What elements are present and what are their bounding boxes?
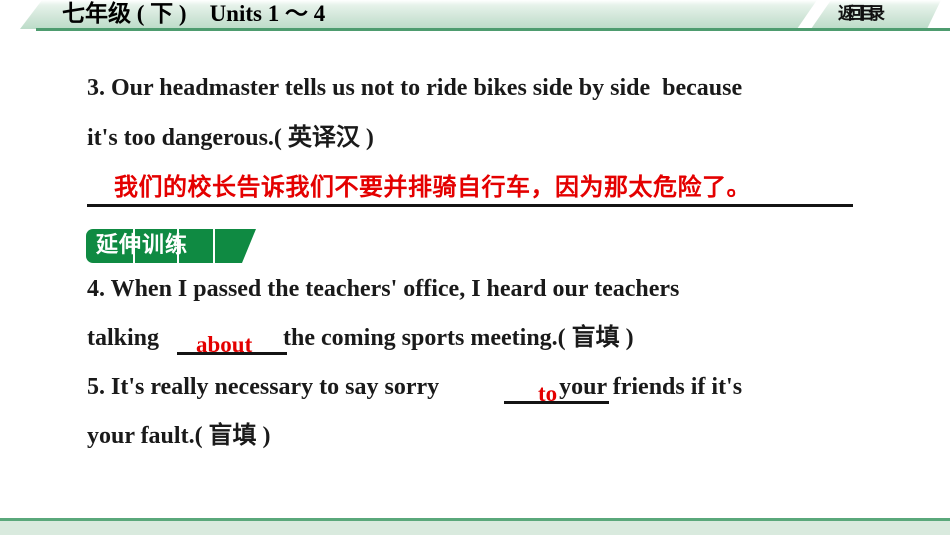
footer-band: [0, 521, 950, 535]
question-3-answer-rule: [87, 204, 853, 207]
question-5-text-after-blank: your friends if it's: [553, 374, 743, 400]
question-4-text-after-blank: the coming sports meeting.( 盲填 ): [277, 325, 634, 351]
page-header: 七年级 ( 下 ) Units 1 ～ 4 返回目录: [0, 0, 950, 31]
return-to-contents-button[interactable]: 返回目录: [838, 3, 902, 25]
extension-practice-badge: 延伸训练: [86, 229, 256, 263]
badge-divider-1: [133, 229, 135, 263]
question-5-answer: to: [538, 381, 558, 406]
badge-label: 延伸训练: [96, 233, 189, 258]
question-5-line-1: 5. It's really necessary to say sorry yo…: [87, 372, 742, 402]
question-4-text-before-blank: talking: [87, 325, 166, 351]
page-title: 七年级 ( 下 ) Units 1 ～ 4: [62, 1, 326, 26]
question-5-text-before-blank: 5. It's really necessary to say sorry: [87, 374, 446, 400]
question-5-line-2: your fault.( 盲填 ): [87, 423, 271, 449]
question-3-answer: 我们的校长告诉我们不要并排骑自行车，因为那太危险了。: [114, 173, 751, 201]
return-button-label: 返回目录: [838, 4, 885, 23]
badge-divider-2: [177, 229, 179, 263]
question-3-line-2: it's too dangerous.( 英译汉 ): [87, 125, 374, 151]
question-4-line-1: 4. When I passed the teachers' office, I…: [87, 276, 680, 302]
question-4-answer: about: [196, 332, 253, 357]
question-4-line-2: talking the coming sports meeting.( 盲填 ): [87, 323, 634, 353]
badge-divider-3: [213, 229, 215, 263]
worksheet-content: 3. Our headmaster tells us not to ride b…: [0, 31, 950, 503]
question-3-line-1: 3. Our headmaster tells us not to ride b…: [87, 75, 743, 101]
